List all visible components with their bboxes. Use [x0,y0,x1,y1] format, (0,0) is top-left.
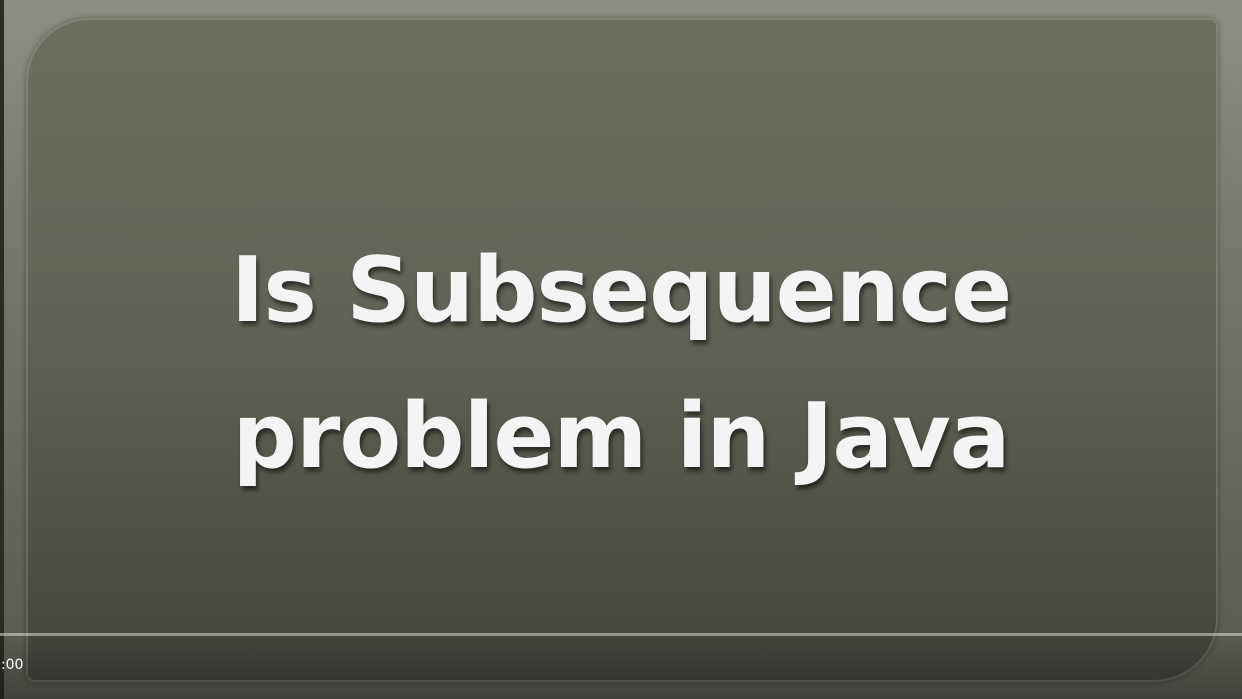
current-time: 0:00 [0,657,24,673]
video-player[interactable]: Is Subsequence problem in Java 0:00 [0,0,1242,699]
slide-title-line-1: Is Subsequence [230,238,1012,343]
slide-title-line-2: problem in Java [232,384,1011,489]
progress-bar[interactable] [0,633,1242,636]
player-controls: 0:00 [0,630,1242,699]
slide-title: Is Subsequence problem in Java [0,218,1242,510]
